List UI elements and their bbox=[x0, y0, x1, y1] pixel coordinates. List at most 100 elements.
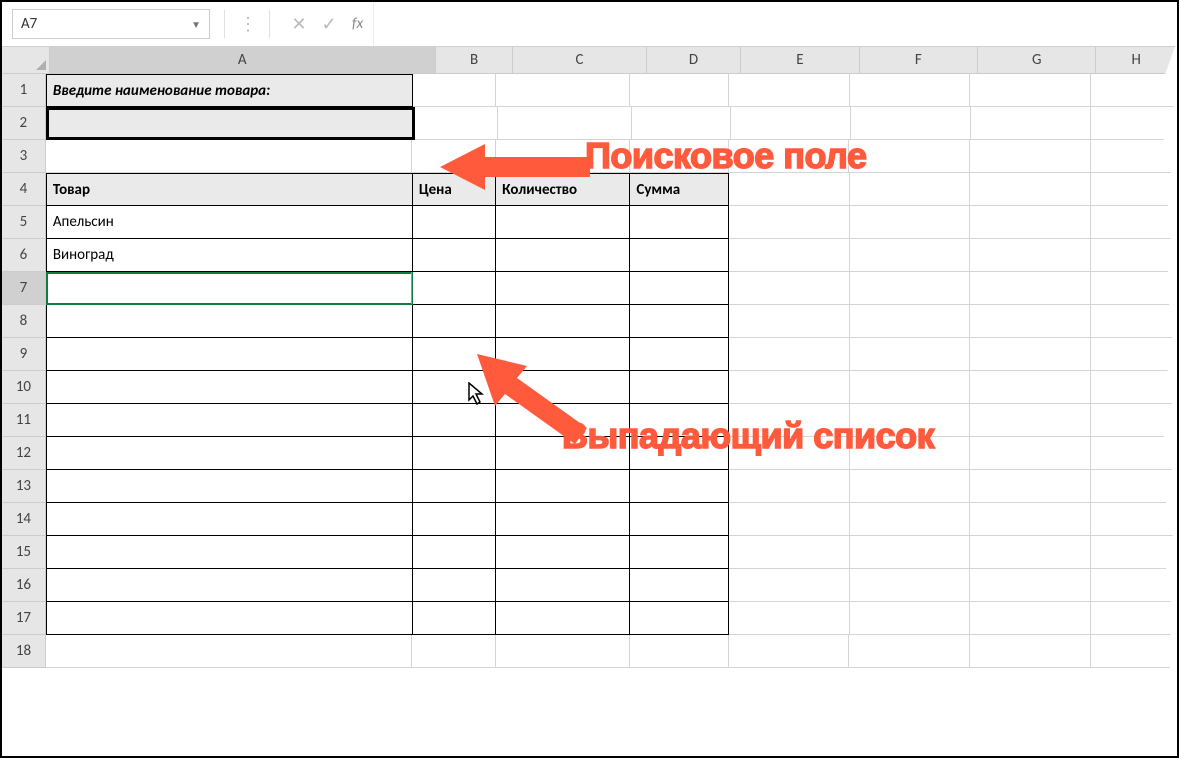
cell[interactable] bbox=[850, 206, 971, 239]
row-header[interactable]: 17 bbox=[2, 602, 46, 635]
row-header[interactable]: 13 bbox=[2, 470, 46, 503]
row-header[interactable]: 16 bbox=[2, 569, 46, 602]
cell[interactable] bbox=[496, 74, 630, 107]
column-header-a[interactable]: A bbox=[50, 47, 436, 73]
cell[interactable] bbox=[729, 239, 850, 272]
row-header[interactable]: 8 bbox=[2, 305, 46, 338]
cell-a2-search-field[interactable] bbox=[46, 107, 416, 140]
cell-a7-selected[interactable]: Абрикос Апельсин Виноград Груша Картофел… bbox=[46, 272, 413, 305]
cell[interactable] bbox=[970, 371, 1091, 404]
cell[interactable] bbox=[1091, 206, 1177, 239]
cell[interactable] bbox=[851, 107, 971, 140]
cell[interactable] bbox=[729, 74, 850, 107]
column-header-h[interactable]: H bbox=[1096, 47, 1177, 73]
row-header[interactable]: 15 bbox=[2, 536, 46, 569]
row-header[interactable]: 18 bbox=[2, 635, 46, 668]
row-header[interactable]: 7 bbox=[2, 272, 46, 305]
cell[interactable] bbox=[729, 338, 850, 371]
cell[interactable] bbox=[729, 503, 850, 536]
row-header[interactable]: 2 bbox=[2, 107, 46, 140]
cell[interactable] bbox=[46, 140, 412, 173]
cell[interactable] bbox=[413, 239, 496, 272]
cell[interactable] bbox=[630, 569, 729, 602]
cell[interactable] bbox=[850, 305, 971, 338]
name-box[interactable]: A7 ▼ bbox=[12, 9, 210, 39]
cell[interactable] bbox=[46, 470, 413, 503]
cell[interactable] bbox=[970, 635, 1091, 668]
cell[interactable] bbox=[496, 305, 630, 338]
row-header[interactable]: 12 bbox=[2, 437, 46, 470]
select-all-corner[interactable] bbox=[2, 47, 50, 73]
cell[interactable] bbox=[970, 338, 1091, 371]
cell[interactable] bbox=[630, 338, 729, 371]
cell[interactable] bbox=[1091, 173, 1177, 206]
row-header[interactable]: 3 bbox=[2, 140, 46, 173]
cell[interactable] bbox=[729, 569, 850, 602]
cell[interactable] bbox=[1091, 602, 1177, 635]
cell[interactable] bbox=[46, 503, 413, 536]
column-header-d[interactable]: D bbox=[647, 47, 742, 73]
column-header-e[interactable]: E bbox=[741, 47, 859, 73]
column-header-g[interactable]: G bbox=[978, 47, 1096, 73]
cell[interactable] bbox=[970, 536, 1091, 569]
cell[interactable] bbox=[496, 536, 630, 569]
cell[interactable] bbox=[630, 206, 729, 239]
cell[interactable] bbox=[413, 74, 496, 107]
cell-a6[interactable]: Виноград bbox=[46, 239, 413, 272]
cell[interactable] bbox=[630, 272, 729, 305]
cell[interactable] bbox=[1091, 503, 1177, 536]
cell[interactable] bbox=[970, 437, 1091, 470]
formula-input[interactable] bbox=[373, 2, 1177, 46]
chevron-down-icon[interactable]: ▼ bbox=[191, 18, 201, 31]
cell-a5[interactable]: Апельсин bbox=[46, 206, 413, 239]
cell[interactable] bbox=[970, 173, 1091, 206]
cell[interactable] bbox=[850, 338, 971, 371]
cell[interactable] bbox=[850, 536, 971, 569]
cell[interactable] bbox=[850, 173, 971, 206]
cell[interactable] bbox=[1091, 140, 1177, 173]
cell[interactable] bbox=[1091, 536, 1177, 569]
row-header[interactable]: 11 bbox=[2, 404, 46, 437]
row-header[interactable]: 4 bbox=[2, 173, 46, 206]
cell[interactable] bbox=[496, 503, 630, 536]
cell[interactable] bbox=[630, 74, 729, 107]
cell[interactable] bbox=[1091, 635, 1177, 668]
cell[interactable] bbox=[496, 239, 630, 272]
cell[interactable] bbox=[496, 206, 630, 239]
cell-d4[interactable]: Сумма bbox=[630, 173, 729, 206]
cell[interactable] bbox=[1091, 74, 1177, 107]
cell[interactable] bbox=[970, 569, 1091, 602]
cell[interactable] bbox=[970, 305, 1091, 338]
cell[interactable] bbox=[46, 371, 413, 404]
cell[interactable] bbox=[850, 503, 971, 536]
cell[interactable] bbox=[413, 470, 496, 503]
cell[interactable] bbox=[496, 635, 630, 668]
cell[interactable] bbox=[729, 602, 850, 635]
cell[interactable] bbox=[850, 272, 971, 305]
cell[interactable] bbox=[729, 206, 850, 239]
cell[interactable] bbox=[970, 272, 1091, 305]
cell[interactable] bbox=[413, 569, 496, 602]
cell[interactable] bbox=[413, 503, 496, 536]
cell[interactable] bbox=[970, 140, 1091, 173]
cell[interactable] bbox=[850, 569, 971, 602]
cell[interactable] bbox=[729, 371, 850, 404]
cell[interactable] bbox=[630, 371, 729, 404]
cell[interactable] bbox=[850, 602, 971, 635]
cell[interactable] bbox=[630, 602, 729, 635]
cell[interactable] bbox=[630, 635, 729, 668]
row-header[interactable]: 9 bbox=[2, 338, 46, 371]
cell[interactable] bbox=[413, 305, 496, 338]
row-header[interactable]: 1 bbox=[2, 74, 46, 107]
cell[interactable] bbox=[1091, 272, 1177, 305]
column-header-f[interactable]: F bbox=[860, 47, 978, 73]
cell[interactable] bbox=[1091, 371, 1177, 404]
cell[interactable] bbox=[970, 470, 1091, 503]
cell[interactable] bbox=[850, 470, 971, 503]
row-header[interactable]: 10 bbox=[2, 371, 46, 404]
cell[interactable] bbox=[729, 470, 850, 503]
column-header-b[interactable]: B bbox=[436, 47, 514, 73]
cell[interactable] bbox=[46, 338, 413, 371]
cell[interactable] bbox=[630, 239, 729, 272]
cell[interactable] bbox=[1091, 305, 1177, 338]
